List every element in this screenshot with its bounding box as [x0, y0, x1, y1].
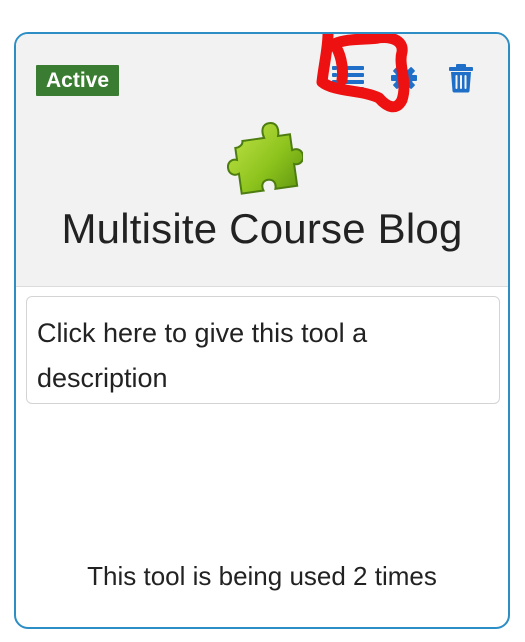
list-button[interactable]	[331, 61, 365, 95]
list-icon	[332, 66, 364, 91]
usage-count-text: This tool is being used 2 times	[87, 561, 437, 591]
tool-card: Active Multisite Course Blog Click here …	[14, 32, 510, 629]
tool-title: Multisite Course Blog	[61, 205, 463, 252]
description-field[interactable]: Click here to give this tool a descripti…	[26, 296, 500, 404]
puzzle-piece-icon	[227, 122, 303, 195]
trash-icon	[449, 64, 473, 93]
settings-button[interactable]	[387, 61, 421, 95]
gear-icon	[391, 65, 417, 91]
status-badge: Active	[36, 65, 120, 96]
tool-card-header: Active Multisite Course Blog	[16, 34, 508, 287]
red-annotation-scribble	[316, 34, 410, 113]
delete-button[interactable]	[444, 61, 478, 95]
